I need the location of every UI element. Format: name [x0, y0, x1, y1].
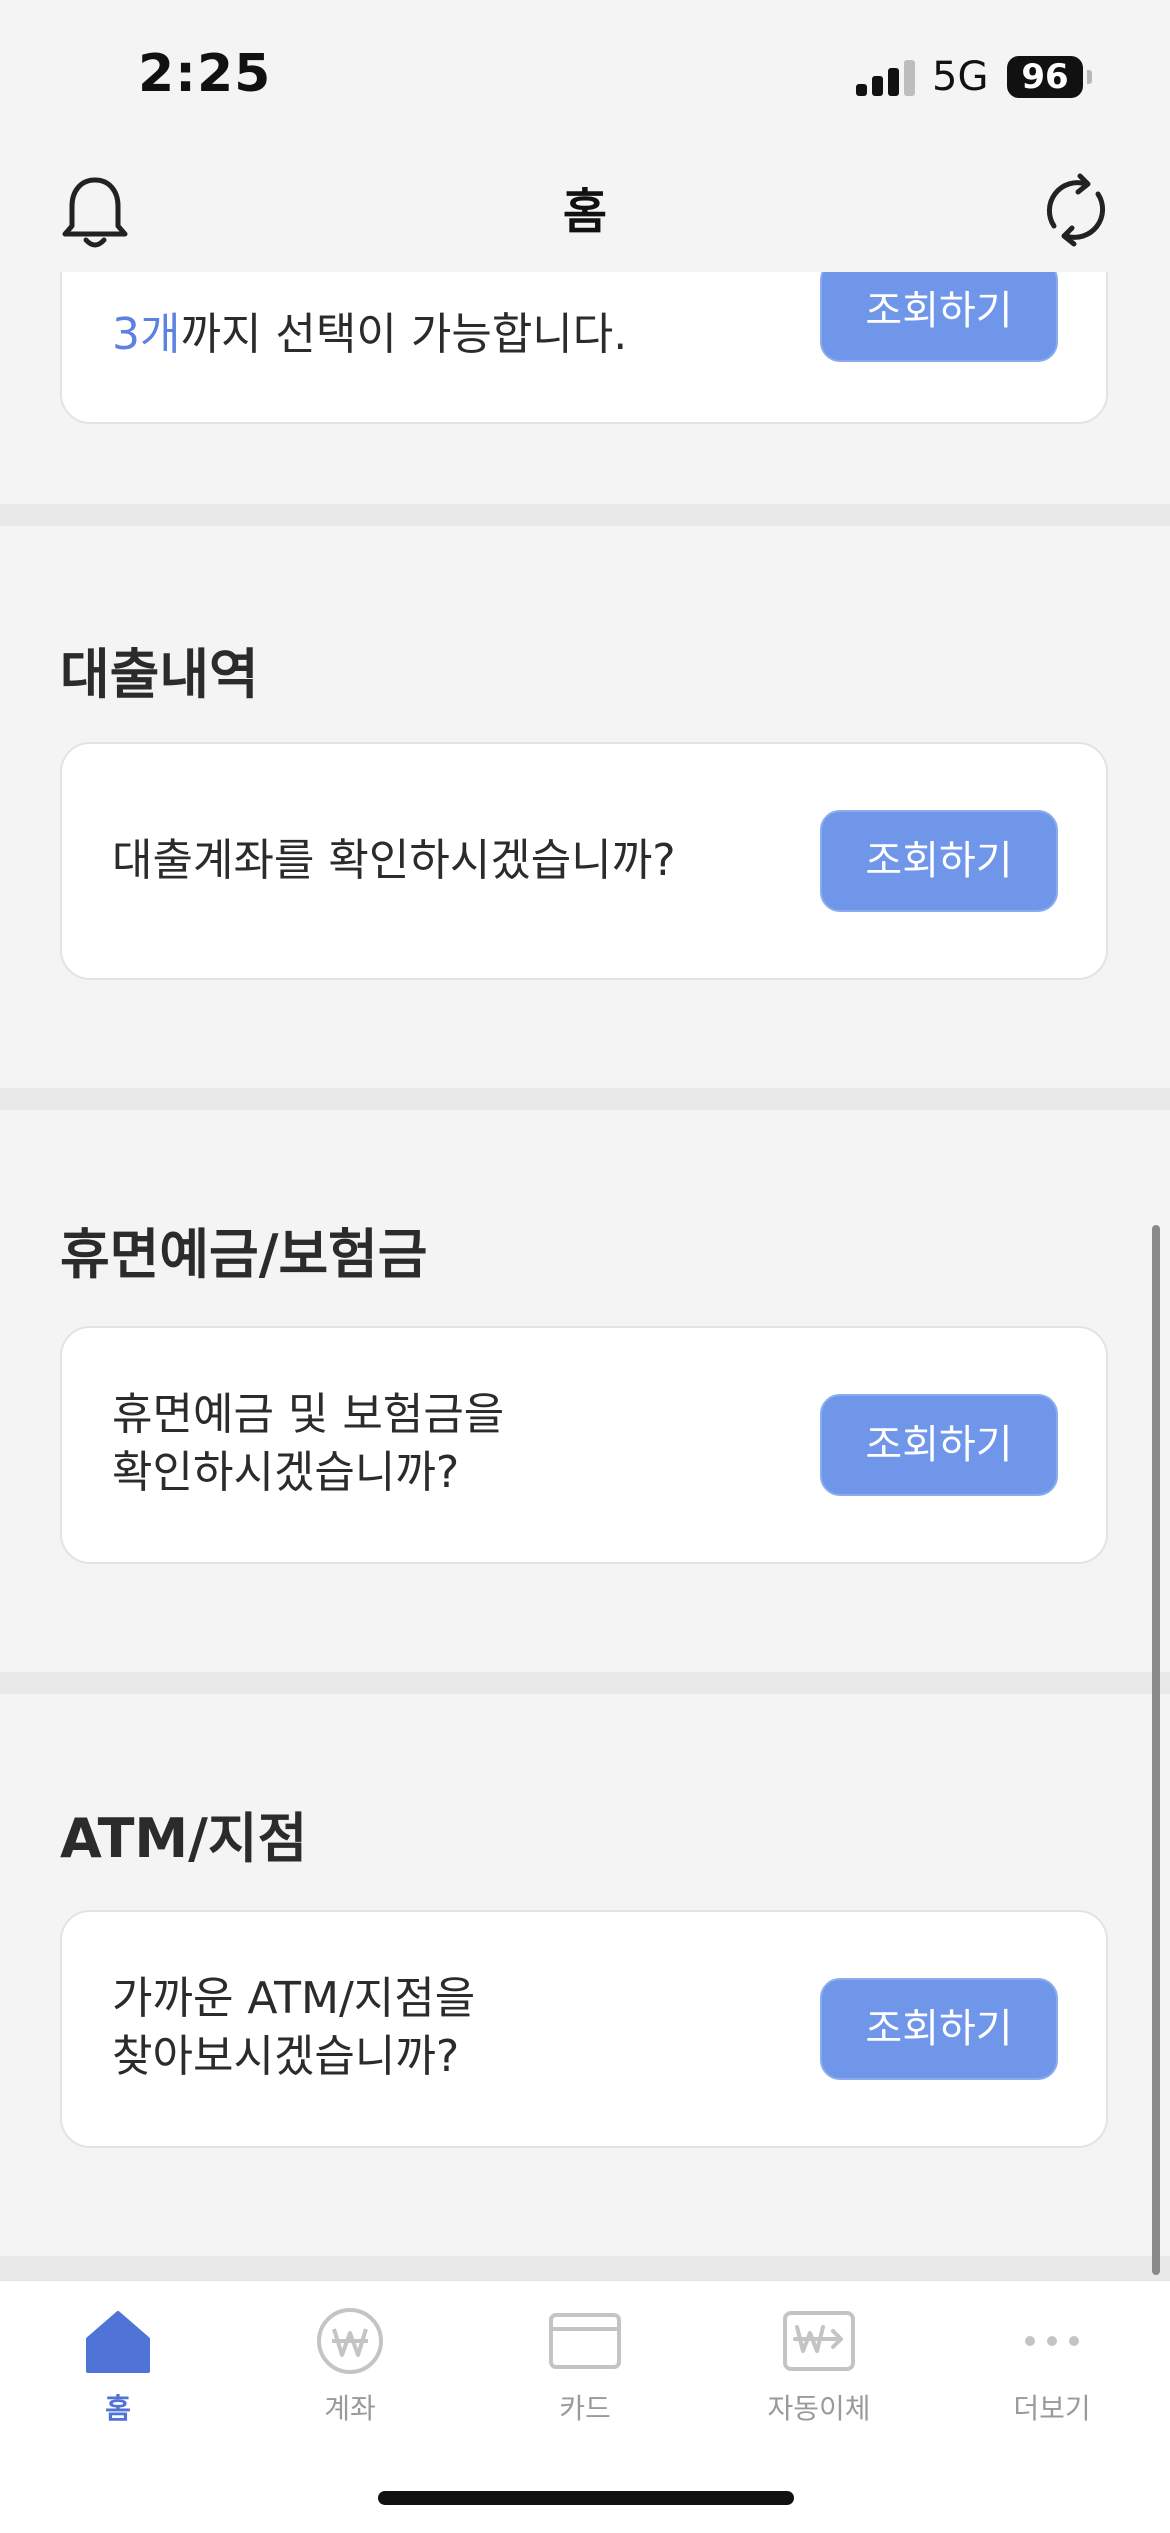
page-title: 홈: [562, 184, 608, 240]
atm-inquiry-button[interactable]: 조회하기: [820, 1978, 1058, 2080]
dormant-card-line2: 확인하시겠습니까?: [112, 1447, 460, 1498]
tab-accounts[interactable]: 계좌: [270, 2293, 430, 2425]
loans-card-text: 대출계좌를 확인하시겠습니까?: [112, 835, 676, 886]
status-time: 2:25: [138, 44, 272, 104]
loans-section: 대출내역 대출계좌를 확인하시겠습니까? 조회하기: [0, 526, 1170, 1088]
dormant-title: 휴면예금/보험금: [60, 1223, 428, 1286]
more-icon: [1025, 2336, 1079, 2346]
section-divider: [0, 504, 1170, 526]
home-indicator: [378, 2491, 794, 2505]
atm-card: 가까운 ATM/지점을 찾아보시겠습니까? 조회하기: [60, 1910, 1108, 2148]
home-icon: [86, 2311, 150, 2373]
dormant-card-text: 휴면예금 및 보험금을 확인하시겠습니까?: [112, 1386, 504, 1502]
dormant-card: 휴면예금 및 보험금을 확인하시겠습니까? 조회하기: [60, 1326, 1108, 1564]
auto-transfer-icon: [783, 2311, 855, 2371]
atm-card-text: 가까운 ATM/지점을 찾아보시겠습니까?: [112, 1970, 475, 2086]
network-type: 5G: [932, 54, 989, 100]
battery-tip: [1087, 70, 1092, 84]
section-divider: [0, 2256, 1170, 2280]
loans-inquiry-button[interactable]: 조회하기: [820, 810, 1058, 912]
tab-auto-transfer-label: 자동이체: [767, 2392, 871, 2425]
tab-more-label: 더보기: [1013, 2392, 1091, 2425]
bottom-tab-bar: 홈 계좌 카드 자동이체 더보기: [0, 2280, 1170, 2533]
top-card-text: 3개까지 선택이 가능합니다.: [112, 306, 627, 364]
tab-accounts-label: 계좌: [324, 2392, 376, 2425]
tab-auto-transfer[interactable]: 자동이체: [739, 2293, 899, 2425]
tab-home[interactable]: 홈: [38, 2293, 198, 2425]
dormant-card-line1: 휴면예금 및 보험금을: [112, 1389, 505, 1440]
app-header: 홈: [0, 150, 1170, 272]
loans-title: 대출내역: [60, 643, 259, 706]
tab-card[interactable]: 카드: [505, 2293, 665, 2425]
card-icon: [549, 2313, 621, 2369]
tab-card-label: 카드: [559, 2392, 611, 2425]
atm-section: ATM/지점 가까운 ATM/지점을 찾아보시겠습니까? 조회하기: [0, 1694, 1170, 2256]
scrollbar[interactable]: [1152, 1225, 1160, 2275]
loans-card: 대출계좌를 확인하시겠습니까? 조회하기: [60, 742, 1108, 980]
top-section: 3개까지 선택이 가능합니다. 조회하기: [0, 152, 1170, 504]
refresh-icon[interactable]: [1040, 170, 1112, 250]
tab-home-label: 홈: [105, 2392, 131, 2425]
atm-title: ATM/지점: [60, 1807, 308, 1870]
dormant-inquiry-button[interactable]: 조회하기: [820, 1394, 1058, 1496]
atm-card-line2: 찾아보시겠습니까?: [112, 2031, 460, 2082]
top-card-inquiry-button[interactable]: 조회하기: [820, 260, 1058, 362]
atm-card-line1: 가까운 ATM/지점을: [112, 1973, 476, 2024]
dormant-section: 휴면예금/보험금 휴면예금 및 보험금을 확인하시겠습니까? 조회하기: [0, 1110, 1170, 1672]
tab-more[interactable]: 더보기: [972, 2293, 1132, 2425]
cellular-signal-icon: [856, 60, 916, 96]
top-card-suffix: 까지 선택이 가능합니다.: [180, 309, 628, 360]
won-coin-icon: [317, 2308, 383, 2374]
section-divider: [0, 1088, 1170, 1110]
battery-icon: 96: [1007, 56, 1083, 98]
status-bar: 2:25 5G 96: [0, 0, 1170, 150]
top-card-highlight: 3개: [112, 309, 181, 360]
section-divider: [0, 1672, 1170, 1694]
